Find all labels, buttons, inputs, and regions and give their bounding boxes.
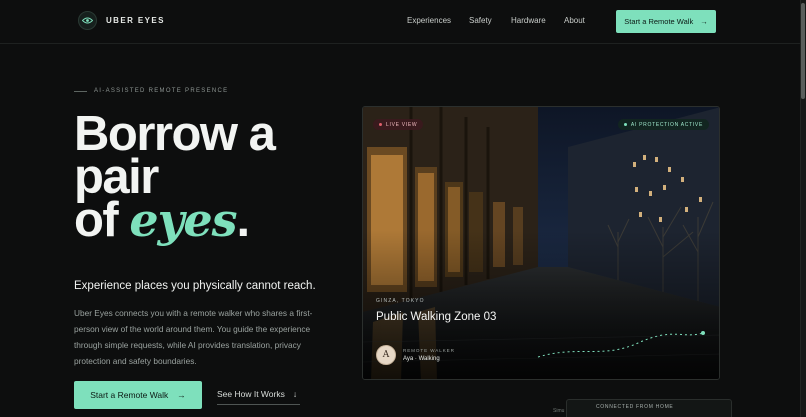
hero-subhead: Experience places you physically cannot … [74, 280, 316, 292]
feed-location: GINZA, TOKYO [376, 298, 425, 304]
walker-role: REMOTE WALKER [403, 348, 455, 353]
eye-icon [78, 11, 97, 30]
start-remote-walk-button[interactable]: Start a Remote Walk → [74, 381, 202, 409]
walker-info: A REMOTE WALKER Aya · Walking [376, 345, 455, 365]
secondary-cta-label: See How It Works [217, 389, 285, 399]
arrow-right-icon: → [700, 17, 708, 26]
brand-name: UBER EYES [106, 16, 165, 25]
arrow-down-icon: ↓ [292, 389, 298, 399]
page-scrollbar[interactable] [800, 0, 806, 417]
headline-accent: eyes [129, 193, 237, 247]
hero-headline: Borrow a pair of eyes. [74, 110, 276, 245]
brand-logo[interactable]: UBER EYES [78, 11, 165, 30]
live-feed-card[interactable]: LIVE VIEW AI PROTECTION ACTIVE GINZA, TO… [362, 106, 720, 380]
see-how-it-works-link[interactable]: See How It Works ↓ [217, 389, 300, 405]
avatar: A [376, 345, 396, 365]
nav-link-safety[interactable]: Safety [469, 16, 492, 25]
primary-cta-label: Start a Remote Walk [90, 390, 169, 400]
arrow-right-icon: → [177, 390, 186, 400]
ai-protection-badge: AI PROTECTION ACTIVE [617, 119, 709, 130]
eyebrow-divider [74, 90, 87, 92]
walker-name: Aya · Walking [403, 356, 440, 362]
feed-title: Public Walking Zone 03 [376, 311, 497, 323]
connected-label: CONNECTED FROM HOME [596, 404, 674, 410]
hero-description: Uber Eyes connects you with a remote wal… [74, 308, 313, 366]
side-panel-label: Simu [553, 408, 565, 414]
status-dot-icon [623, 123, 627, 126]
live-dot-icon [379, 123, 382, 126]
headline-suffix: . [236, 193, 251, 247]
street-view-image [363, 107, 719, 379]
nav-link-hardware[interactable]: Hardware [511, 16, 546, 25]
ai-protection-label: AI PROTECTION ACTIVE [630, 121, 703, 128]
nav-link-experiences[interactable]: Experiences [407, 16, 451, 25]
hero-eyebrow: AI-ASSISTED REMOTE PRESENCE [74, 88, 228, 94]
top-navigation-bar: UBER EYES Experiences Safety Hardware Ab… [0, 0, 800, 44]
headline-line-3: of eyes. [74, 196, 274, 245]
nav-cta-label: Start a Remote Walk [624, 17, 694, 26]
live-view-badge: LIVE VIEW [373, 119, 424, 130]
nav-link-about[interactable]: About [564, 16, 585, 25]
scrollbar-thumb[interactable] [801, 3, 805, 99]
nav-start-walk-button[interactable]: Start a Remote Walk → [616, 10, 716, 33]
headline-prefix: of [74, 193, 130, 247]
live-view-label: LIVE VIEW [386, 121, 418, 128]
connected-from-home-panel: CONNECTED FROM HOME [566, 399, 732, 417]
eyebrow-text: AI-ASSISTED REMOTE PRESENCE [94, 88, 229, 94]
